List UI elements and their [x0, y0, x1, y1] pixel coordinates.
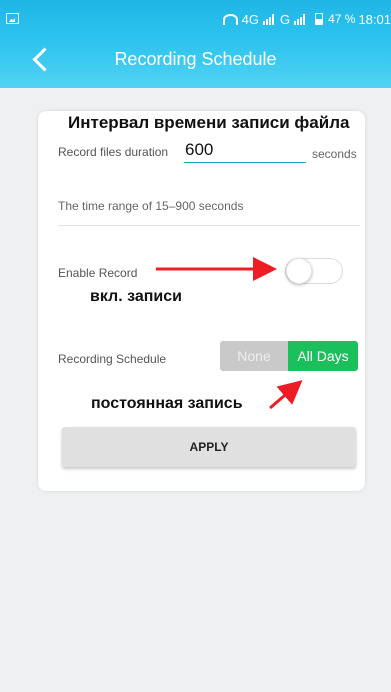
recording-settings-card: Интервал времени записи файла Record fil… — [38, 111, 365, 491]
wifi-icon — [222, 13, 238, 25]
page-title: Recording Schedule — [114, 49, 277, 69]
app-header: 4G G 47 % 18:01 Recording Schedule — [0, 0, 391, 88]
duration-label: Record files duration — [58, 145, 169, 159]
schedule-option-none[interactable]: None — [220, 341, 288, 371]
clock: 18:01 — [358, 11, 391, 27]
range-hint: The time range of 15–900 seconds — [58, 199, 244, 213]
annotation-schedule: постоянная запись — [91, 395, 243, 412]
status-bar: 4G G 47 % 18:01 — [0, 0, 391, 40]
image-icon — [6, 13, 19, 24]
apply-button[interactable]: APPLY — [62, 427, 356, 467]
schedule-label: Recording Schedule — [58, 352, 167, 366]
network-type-2: G — [279, 11, 291, 27]
status-right: 4G G 47 % 18:01 — [222, 10, 391, 28]
schedule-option-all-days[interactable]: All Days — [288, 341, 358, 371]
battery-level: 47 % — [328, 12, 356, 26]
schedule-segmented-control: None All Days — [220, 341, 358, 371]
annotation-duration: Интервал времени записи файла — [68, 113, 350, 132]
signal-icon — [262, 13, 274, 25]
signal-icon — [294, 13, 306, 25]
toggle-knob — [286, 258, 312, 284]
annotation-enable: вкл. записи — [90, 288, 182, 305]
network-type: 4G — [241, 11, 259, 27]
enable-record-toggle[interactable] — [285, 258, 343, 284]
enable-record-label: Enable Record — [58, 266, 138, 280]
divider — [58, 225, 360, 226]
battery-icon — [315, 13, 324, 25]
duration-input[interactable] — [184, 137, 306, 163]
duration-unit: seconds — [312, 147, 357, 161]
